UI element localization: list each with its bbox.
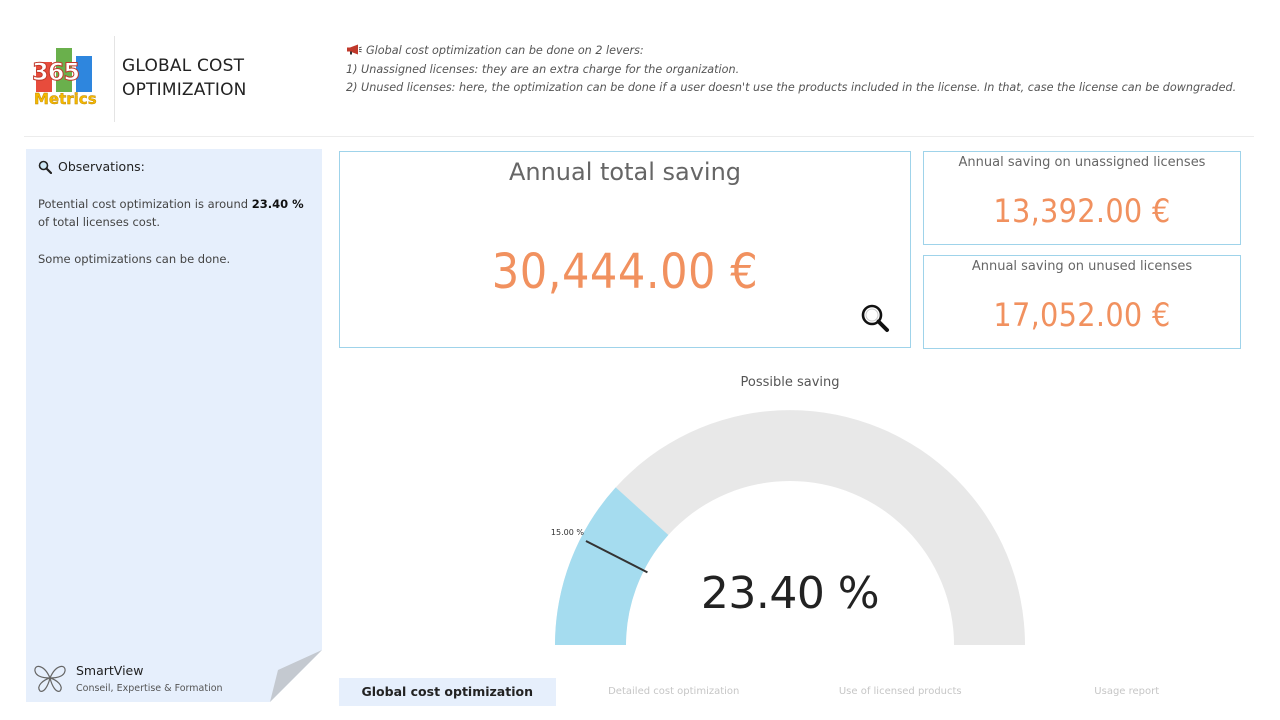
brand-name: SmartView xyxy=(76,662,144,678)
gauge-value: 23.40 % xyxy=(700,568,880,619)
observation-text-prefix: Potential cost optimization is around xyxy=(38,197,249,211)
brand-tagline: Conseil, Expertise & Formation xyxy=(76,682,223,694)
observations-heading: Observations: xyxy=(38,159,145,174)
logo-digits: 365 xyxy=(31,58,80,87)
notes-panel: Global cost optimization can be done on … xyxy=(346,42,1236,98)
notes-line-2: 1) Unassigned licenses: they are an extr… xyxy=(346,62,740,76)
logo-word: Metrics xyxy=(34,90,97,108)
notes-line-3: 2) Unused licenses: here, the optimizati… xyxy=(346,81,1237,94)
tab-global-cost-optimization[interactable]: Global cost optimization xyxy=(339,678,556,706)
card-title: Annual total saving xyxy=(508,158,742,186)
card-title: Annual saving on unassigned licenses xyxy=(958,155,1206,170)
observation-text-suffix: of total licenses cost. xyxy=(38,215,160,229)
header-separator xyxy=(114,36,115,122)
page-tabs: Global cost optimization Detailed cost op… xyxy=(339,678,1245,706)
annual-total-saving-card[interactable]: Annual total saving 30,444.00 € xyxy=(339,151,911,348)
drillthrough-magnifier-icon[interactable] xyxy=(860,303,890,333)
card-value: 17,052.00 € xyxy=(993,296,1171,334)
notes-line-1: Global cost optimization can be done on … xyxy=(366,44,644,57)
gauge-title: Possible saving xyxy=(740,375,840,390)
card-title: Annual saving on unused licenses xyxy=(971,259,1193,274)
tab-usage-report[interactable]: Usage report xyxy=(1019,678,1236,706)
observations-panel: Observations: Potential cost optimizatio… xyxy=(26,149,322,702)
card-value: 13,392.00 € xyxy=(993,192,1171,230)
observation-summary: Potential cost optimization is around 23… xyxy=(38,195,314,231)
megaphone-icon xyxy=(347,44,362,55)
page-title: GLOBAL COST OPTIMIZATION xyxy=(122,56,247,100)
observations-title: Observations: xyxy=(58,159,145,174)
card-value: 30,444.00 € xyxy=(491,244,759,300)
observation-percent: 23.40 % xyxy=(251,197,304,211)
tab-use-of-licensed-products[interactable]: Use of licensed products xyxy=(792,678,1009,706)
butterfly-icon xyxy=(34,665,66,692)
gauge-target-label: 15.00 % xyxy=(551,528,584,537)
observation-note: Some optimizations can be done. xyxy=(38,252,231,266)
unused-saving-card[interactable]: Annual saving on unused licenses 17,052.… xyxy=(923,255,1241,349)
tab-detailed-cost-optimization[interactable]: Detailed cost optimization xyxy=(566,678,783,706)
magnifier-icon xyxy=(38,160,52,174)
brand-block: SmartView Conseil, Expertise & Formation xyxy=(32,662,223,694)
header-divider xyxy=(24,136,1254,137)
app-logo: 365 Metrics xyxy=(31,42,102,114)
unassigned-saving-card[interactable]: Annual saving on unassigned licenses 13,… xyxy=(923,151,1241,245)
page-fold-decoration xyxy=(270,650,322,702)
